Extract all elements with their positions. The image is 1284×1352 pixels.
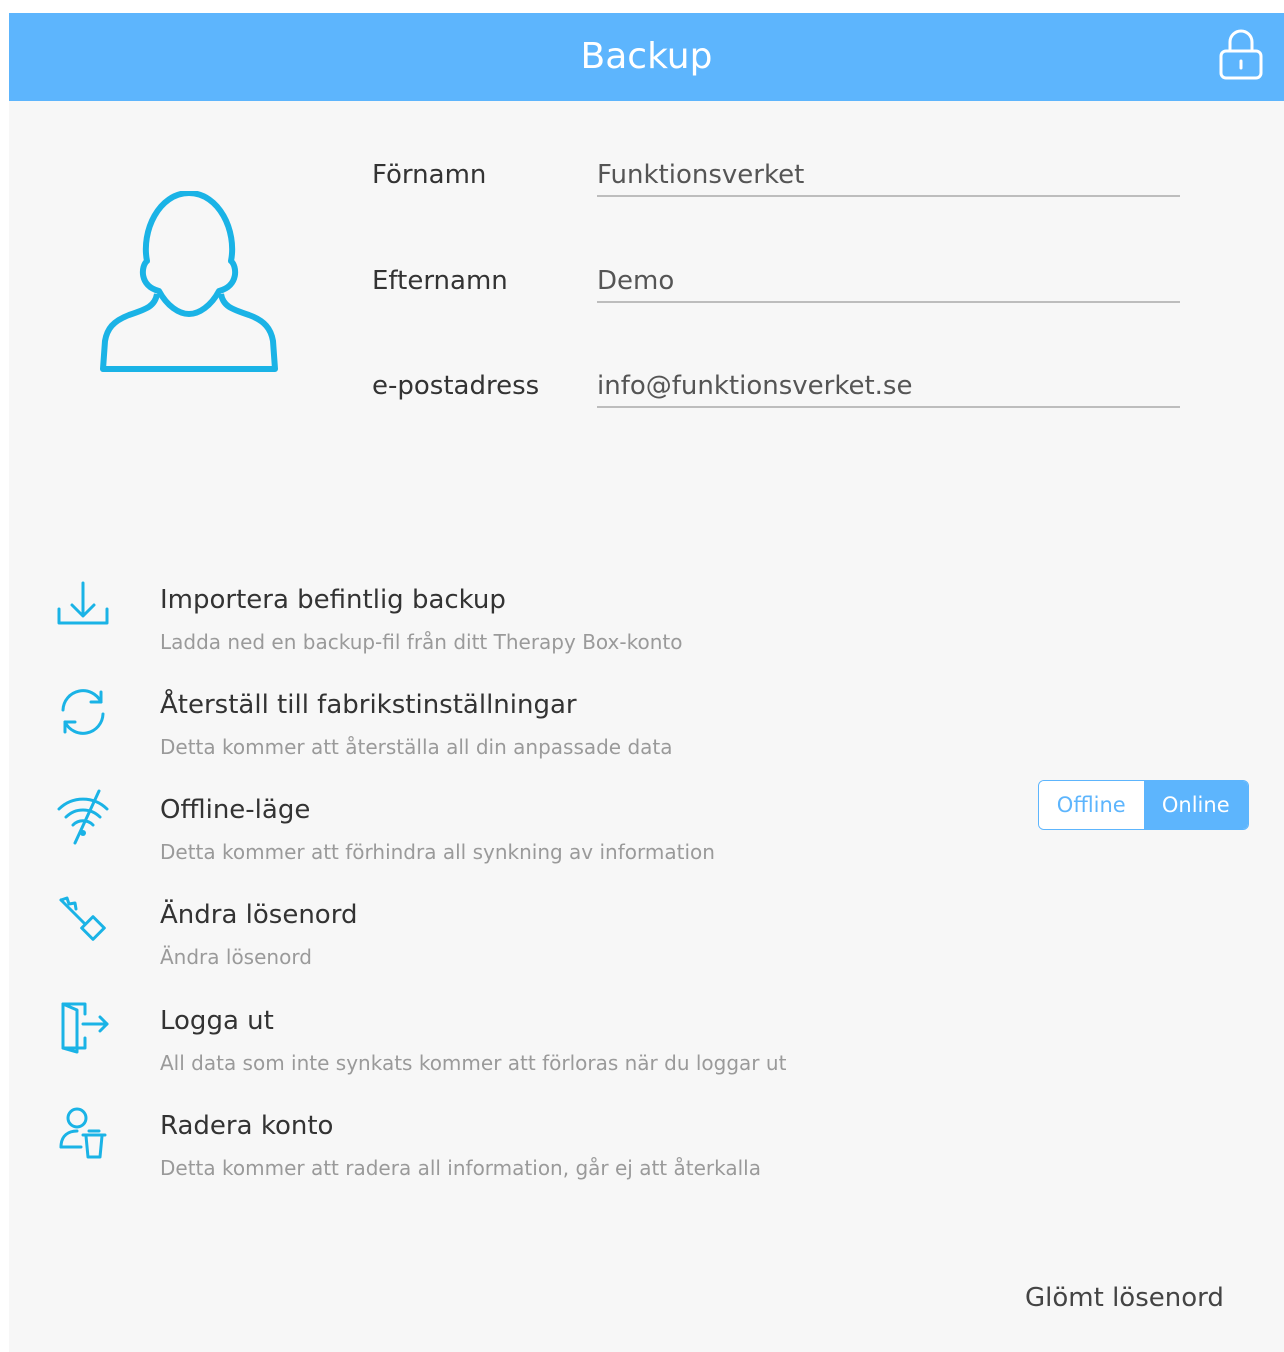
user-avatar-icon bbox=[100, 191, 278, 372]
forgot-password-link[interactable]: Glömt lösenord bbox=[1025, 1283, 1224, 1313]
last-name-label: Efternamn bbox=[372, 266, 508, 296]
change-password-title: Ändra lösenord bbox=[160, 900, 358, 930]
import-backup-title: Importera befintlig backup bbox=[160, 585, 506, 615]
import-backup-subtitle: Ladda ned en backup-fil från ditt Therap… bbox=[160, 630, 683, 654]
factory-reset-item[interactable]: Återställ till fabrikstinställningar Det… bbox=[49, 684, 1049, 780]
logout-subtitle: All data som inte synkats kommer att för… bbox=[160, 1051, 787, 1075]
download-icon bbox=[57, 581, 109, 625]
email-label: e-postadress bbox=[372, 371, 540, 401]
logout-item[interactable]: Logga ut All data som inte synkats komme… bbox=[49, 1000, 1049, 1096]
offline-mode-item: Offline-läge Detta kommer att förhindra … bbox=[49, 789, 1049, 885]
change-password-subtitle: Ändra lösenord bbox=[160, 945, 312, 969]
logout-title: Logga ut bbox=[160, 1006, 274, 1036]
delete-account-title: Radera konto bbox=[160, 1111, 334, 1141]
refresh-icon bbox=[61, 689, 105, 735]
change-password-item[interactable]: Ändra lösenord Ändra lösenord bbox=[49, 894, 1049, 990]
offline-mode-subtitle: Detta kommer att förhindra all synkning … bbox=[160, 840, 715, 864]
delete-account-item[interactable]: Radera konto Detta kommer att radera all… bbox=[49, 1105, 1049, 1201]
factory-reset-subtitle: Detta kommer att återställa all din anpa… bbox=[160, 735, 673, 759]
delete-user-icon bbox=[59, 1107, 107, 1159]
factory-reset-title: Återställ till fabrikstinställningar bbox=[160, 690, 577, 720]
online-option[interactable]: Online bbox=[1143, 781, 1248, 829]
backup-screen: Backup Förnamn Efternamn e-postadress Im… bbox=[9, 13, 1284, 1352]
wifi-off-icon bbox=[57, 789, 109, 845]
last-name-field[interactable] bbox=[597, 261, 1180, 303]
first-name-field[interactable] bbox=[597, 155, 1180, 197]
lock-icon bbox=[1219, 29, 1263, 80]
page-title: Backup bbox=[580, 36, 713, 77]
email-field[interactable] bbox=[597, 366, 1180, 408]
import-backup-item[interactable]: Importera befintlig backup Ladda ned en … bbox=[49, 579, 1049, 675]
offline-mode-title: Offline-läge bbox=[160, 795, 311, 825]
delete-account-subtitle: Detta kommer att radera all information,… bbox=[160, 1156, 761, 1180]
offline-online-toggle: Offline Online bbox=[1038, 780, 1249, 830]
key-icon bbox=[59, 896, 106, 941]
nav-header: Backup bbox=[9, 13, 1284, 101]
lock-button[interactable] bbox=[1218, 27, 1264, 81]
logout-icon bbox=[61, 1002, 109, 1054]
offline-option[interactable]: Offline bbox=[1039, 781, 1144, 829]
first-name-label: Förnamn bbox=[372, 160, 487, 190]
